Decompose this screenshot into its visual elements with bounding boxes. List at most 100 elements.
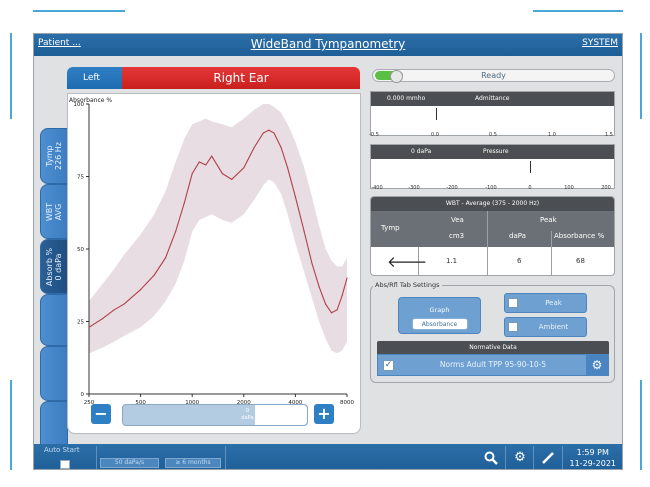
tick: 0.0 [431, 132, 439, 138]
absorbance-point [153, 274, 155, 276]
tick: 200 [601, 185, 611, 191]
frame-line-top-left [33, 10, 125, 12]
tick: -200 [446, 185, 458, 191]
slider-remaining [255, 405, 307, 425]
absorbance-point [311, 262, 313, 265]
absorbance-point [174, 231, 177, 233]
tab-empty-2[interactable] [40, 346, 68, 401]
system-link[interactable]: SYSTEM [582, 38, 618, 48]
col-vea-unit: cm3 [449, 232, 465, 240]
y-tick-label: 0 [81, 392, 85, 398]
absorbance-point [101, 318, 104, 320]
settings-legend: Abs/Rfl Tab Settings [373, 281, 442, 289]
admittance-title: Admittance [475, 95, 510, 102]
tab-empty-1[interactable] [40, 294, 68, 346]
pressure-plus-button[interactable]: + [314, 404, 334, 424]
tab-line2: 226 Hz [54, 141, 63, 171]
patient-link[interactable]: Patient ... [38, 38, 81, 48]
tick: 0.5 [489, 132, 497, 138]
pressure-indicator [530, 161, 531, 173]
absorbance-chart: Absorbance %0255075100250 500 1000 2000 4000… [69, 97, 354, 418]
graph-value[interactable]: Absorbance [411, 318, 468, 330]
y-tick-label: 50 [77, 247, 84, 253]
col-vea: Vea [451, 216, 464, 224]
tab-absorb[interactable]: Absorb % 0 daPa [40, 239, 68, 294]
peak-dapa-value: 6 [517, 257, 522, 265]
absorbance-point [262, 132, 264, 134]
clock: 1:59 PM 11-29-2021 [570, 447, 617, 469]
gear-icon[interactable]: ⚙ [586, 355, 608, 375]
tick: -0.5 [369, 132, 379, 138]
absorbance-point [113, 309, 115, 311]
rate-button[interactable]: 50 daPa/s [100, 458, 159, 468]
absorbance-point [341, 294, 343, 296]
tick: -300 [408, 185, 420, 191]
tick: 1.0 [548, 132, 556, 138]
back-arrow-icon[interactable]: 🡐 [387, 252, 427, 271]
status-text: Ready [481, 71, 506, 80]
absorbance-point [324, 303, 327, 305]
absorbance-point [231, 178, 233, 180]
right-ear-tab[interactable]: Right Ear [122, 67, 360, 89]
left-ear-tab[interactable]: Left [67, 67, 122, 89]
pressure-slider[interactable]: 0 daPa [122, 404, 308, 426]
graph-label: Graph [429, 306, 450, 314]
divider [96, 446, 97, 469]
ambient-label: Ambient [538, 323, 569, 331]
ambient-checkbox[interactable] [508, 322, 518, 332]
normative-selector[interactable]: ✓ Norms Adult TPP 95-90-10-5 ⚙ [377, 354, 609, 376]
absorbance-point [211, 155, 213, 157]
y-tick-label: 25 [77, 320, 84, 326]
wbt-header: Tymp Vea cm3 Peak daPa Absorbance % [371, 211, 614, 247]
col-dapa: daPa [509, 232, 526, 240]
pressure-header: 0 daPa Pressure [371, 145, 614, 159]
col-peak: Peak [540, 216, 557, 224]
col-absorbance: Absorbance % [554, 232, 605, 240]
tick: 100 [564, 185, 574, 191]
normative-data: Normative Data ✓ Norms Adult TPP 95-90-1… [377, 341, 609, 379]
vea-value: 1.1 [446, 257, 458, 265]
admittance-gauge: 0.000 mmho Admittance -0.5 0.0 0.5 1.0 1… [369, 91, 615, 138]
ambient-toggle[interactable]: Ambient [504, 317, 587, 337]
slider-thumb[interactable]: 0 daPa [238, 407, 256, 423]
autostart-checkbox[interactable] [60, 460, 70, 469]
slider-value: 0 [245, 408, 250, 414]
peak-toggle[interactable]: Peak [504, 293, 587, 313]
absorbance-point [273, 132, 275, 134]
pressure-gauge: 0 daPa Pressure -400 -300 -200 -100 0 10… [370, 144, 615, 191]
footer-bar: Auto Start 50 daPa/s ≥ 6 months ⚙ 1:59 P… [34, 444, 622, 469]
peak-absorbance-value: 68 [576, 257, 585, 265]
normative-band [89, 104, 347, 354]
admittance-indicator [436, 108, 437, 120]
wbt-values-row: 🡐 1.1 6 68 [371, 247, 614, 275]
absorbance-point [286, 167, 289, 169]
absorbance-point [336, 309, 338, 311]
admittance-header: 0.000 mmho Admittance [371, 92, 614, 106]
absorbance-point [346, 277, 348, 279]
absorbance-point [165, 257, 167, 259]
age-button[interactable]: ≥ 6 months [165, 458, 221, 468]
pressure-value: 0 daPa [411, 148, 432, 155]
tab-tymp-226[interactable]: Tymp 226 Hz [40, 128, 68, 184]
graph-button[interactable]: Graph Absorbance [398, 297, 481, 334]
pressure-minus-button[interactable]: − [91, 404, 111, 424]
tab-wbt-avg[interactable]: WBT AVG [40, 184, 68, 239]
peak-label: Peak [545, 299, 562, 307]
header-bar: WideBand Tympanometry Patient ... SYSTEM [34, 34, 622, 56]
peak-checkbox[interactable] [508, 298, 518, 308]
run-toggle[interactable] [375, 70, 403, 83]
normative-checkbox[interactable]: ✓ [383, 360, 394, 371]
left-panel: Left Right Ear Tymp 226 Hz WBT AVG Absorb … [34, 56, 362, 456]
search-icon[interactable] [480, 447, 502, 469]
absorbance-point [221, 173, 223, 175]
app-window: WideBand Tympanometry Patient ... SYSTEM… [33, 33, 623, 470]
tab-line1: Tymp [45, 145, 54, 167]
x-tick-label: 8000 [340, 400, 354, 406]
normative-value: Norms Adult TPP 95-90-10-5 [439, 360, 547, 369]
page-title: WideBand Tympanometry [250, 37, 406, 51]
frame-line-left-top [10, 33, 12, 119]
absorbance-point [243, 167, 245, 169]
pencil-icon[interactable] [537, 447, 559, 469]
divider [505, 446, 506, 469]
gear-icon[interactable]: ⚙ [509, 447, 531, 469]
